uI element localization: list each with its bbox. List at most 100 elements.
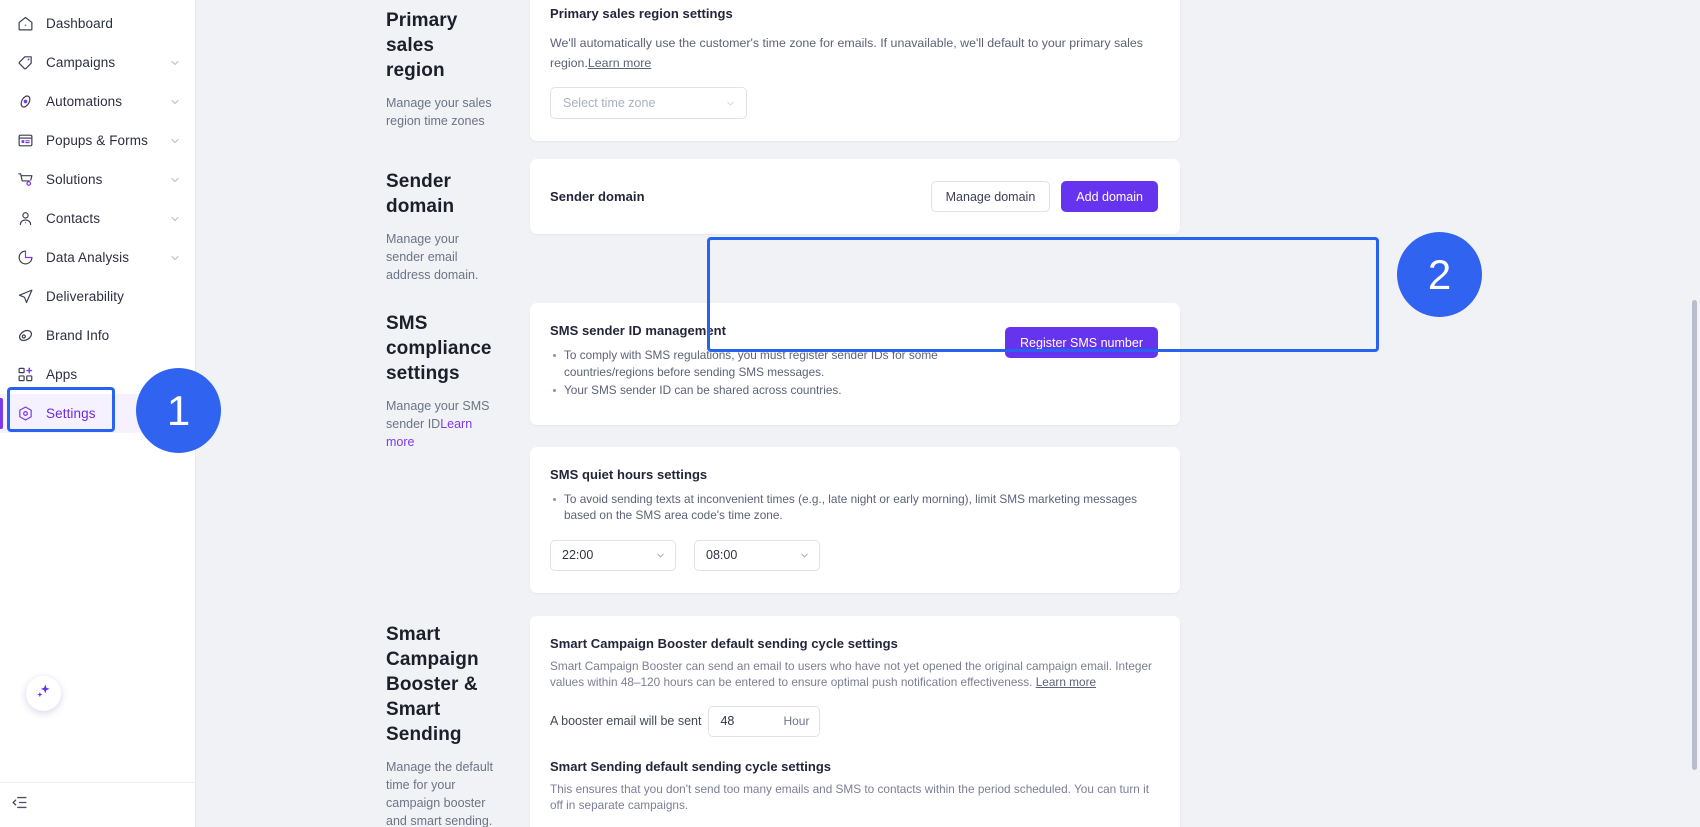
list-item: To avoid sending texts at inconvenient t…: [550, 491, 1158, 524]
section-smart-campaign-booster: Smart Campaign Booster & Smart Sending M…: [196, 616, 1700, 827]
list-item: To comply with SMS regulations, you must…: [550, 347, 993, 380]
sidebar-item-solutions[interactable]: Solutions: [0, 160, 195, 199]
settings-content: Primary sales region Manage your sales r…: [196, 0, 1700, 827]
booster-field-row: A booster email will be sent 48 Hour: [550, 706, 1158, 737]
annotation-badge-2: 2: [1397, 232, 1482, 317]
section-subtitle: Manage your SMS sender IDLearn more: [386, 397, 494, 451]
ai-assistant-button[interactable]: [26, 676, 61, 711]
section-heading: SMS compliance settings: [386, 311, 494, 386]
sidebar-item-label: Contacts: [46, 211, 169, 226]
home-icon: [16, 15, 34, 33]
sms-quiet-hours-card: SMS quiet hours settings To avoid sendin…: [530, 447, 1180, 593]
chevron-down-icon: [655, 550, 666, 561]
card-title: SMS sender ID management: [550, 323, 993, 338]
sidebar-footer: [0, 782, 195, 827]
sidebar-item-label: Popups & Forms: [46, 133, 169, 148]
booster-hours-input[interactable]: 48 Hour: [708, 706, 820, 737]
card-title: Primary sales region settings: [550, 6, 1156, 21]
section-primary-sales-region: Primary sales region Manage your sales r…: [196, 0, 1700, 141]
add-domain-button[interactable]: Add domain: [1061, 181, 1158, 212]
section-heading: Smart Campaign Booster & Smart Sending: [386, 622, 494, 747]
smart-sending-description: This ensures that you don't send too man…: [550, 781, 1158, 814]
quiet-hours-time-range: 22:00 08:00: [550, 540, 1158, 571]
learn-more-link[interactable]: Learn more: [1036, 675, 1096, 689]
section-cards-primary-sales-region: Primary sales region settings We'll auto…: [530, 0, 1700, 141]
card-title: Sender domain: [550, 189, 645, 204]
section-description-smart-campaign: Smart Campaign Booster & Smart Sending M…: [196, 616, 530, 827]
sidebar-item-label: Data Analysis: [46, 250, 169, 265]
primary-sales-region-card: Primary sales region settings We'll auto…: [530, 0, 1180, 141]
sidebar-item-label: Automations: [46, 94, 169, 109]
chevron-down-icon: [169, 252, 181, 264]
collapse-sidebar-icon[interactable]: [11, 794, 28, 816]
sidebar-item-popups-forms[interactable]: Popups & Forms: [0, 121, 195, 160]
sparkle-icon: [34, 682, 53, 706]
timezone-select-value: Select time zone: [563, 96, 725, 110]
booster-hours-unit: Hour: [783, 714, 809, 728]
sidebar-item-label: Dashboard: [46, 16, 181, 31]
sms-sender-id-card: SMS sender ID management To comply with …: [530, 303, 1180, 425]
section-subtitle-text: Manage your SMS sender ID: [386, 399, 490, 431]
annotation-badge-1: 1: [136, 368, 221, 453]
settings-icon: [16, 405, 34, 423]
person-icon: [16, 210, 34, 228]
sms-sender-id-bullets: To comply with SMS regulations, you must…: [550, 347, 993, 399]
chevron-down-icon: [169, 135, 181, 147]
vertical-scrollbar[interactable]: [1692, 300, 1697, 770]
register-sms-number-button[interactable]: Register SMS number: [1005, 327, 1158, 358]
section-subtitle: Manage your sales region time zones: [386, 94, 494, 130]
sender-domain-card: Sender domain Manage domain Add domain: [530, 159, 1180, 234]
section-description-primary-sales-region: Primary sales region Manage your sales r…: [196, 0, 530, 141]
booster-field-label: A booster email will be sent: [550, 714, 701, 728]
chevron-down-icon: [169, 57, 181, 69]
section-description-sms-compliance: SMS compliance settings Manage your SMS …: [196, 303, 530, 593]
sidebar-item-label: Brand Info: [46, 328, 181, 343]
cart-icon: [16, 171, 34, 189]
section-description-sender-domain: Sender domain Manage your sender email a…: [196, 159, 530, 284]
sidebar-item-deliverability[interactable]: Deliverability: [0, 277, 195, 316]
chevron-down-icon: [169, 174, 181, 186]
section-sms-compliance: SMS compliance settings Manage your SMS …: [196, 303, 1700, 593]
popup-icon: [16, 132, 34, 150]
sidebar-item-label: Campaigns: [46, 55, 169, 70]
smart-campaign-card: Smart Campaign Booster default sending c…: [530, 616, 1180, 827]
chevron-down-icon: [725, 98, 736, 109]
sidebar-item-campaigns[interactable]: Campaigns: [0, 43, 195, 82]
sms-quiet-hours-bullets: To avoid sending texts at inconvenient t…: [550, 491, 1158, 524]
manage-domain-button[interactable]: Manage domain: [931, 181, 1051, 212]
sidebar-item-label: Solutions: [46, 172, 169, 187]
card-title: SMS quiet hours settings: [550, 467, 1158, 482]
sms-sender-id-header: SMS sender ID management To comply with …: [550, 323, 1158, 401]
apps-icon: [16, 366, 34, 384]
section-cards-sender-domain: Sender domain Manage domain Add domain: [530, 159, 1700, 284]
sidebar-item-dashboard[interactable]: Dashboard: [0, 4, 195, 43]
quiet-hours-start-value: 22:00: [562, 548, 655, 562]
timezone-select[interactable]: Select time zone: [550, 87, 747, 119]
section-cards-smart-campaign: Smart Campaign Booster default sending c…: [530, 616, 1700, 827]
learn-more-link[interactable]: Learn more: [588, 56, 651, 70]
sidebar-item-brand-info[interactable]: Brand Info: [0, 316, 195, 355]
sender-domain-actions: Manage domain Add domain: [931, 181, 1158, 212]
quiet-hours-end-select[interactable]: 08:00: [694, 540, 820, 571]
tag-icon: [16, 54, 34, 72]
chevron-down-icon: [169, 96, 181, 108]
section-subtitle: Manage the default time for your campaig…: [386, 758, 494, 827]
booster-hours-value: 48: [720, 714, 734, 728]
chevron-down-icon: [169, 213, 181, 225]
quiet-hours-start-select[interactable]: 22:00: [550, 540, 676, 571]
automation-icon: [16, 93, 34, 111]
sidebar-item-automations[interactable]: Automations: [0, 82, 195, 121]
booster-title: Smart Campaign Booster default sending c…: [550, 636, 1158, 651]
page-title: Primary sales region: [386, 8, 494, 83]
smart-sending-title: Smart Sending default sending cycle sett…: [550, 759, 1158, 774]
chevron-down-icon: [799, 550, 810, 561]
sidebar-item-label: Deliverability: [46, 289, 181, 304]
send-icon: [16, 288, 34, 306]
quiet-hours-end-value: 08:00: [706, 548, 799, 562]
section-cards-sms-compliance: SMS sender ID management To comply with …: [530, 303, 1700, 593]
pie-chart-icon: [16, 249, 34, 267]
booster-description: Smart Campaign Booster can send an email…: [550, 658, 1158, 691]
app-root: Dashboard Campaigns Automations: [0, 0, 1700, 827]
sidebar-item-contacts[interactable]: Contacts: [0, 199, 195, 238]
sidebar-item-data-analysis[interactable]: Data Analysis: [0, 238, 195, 277]
